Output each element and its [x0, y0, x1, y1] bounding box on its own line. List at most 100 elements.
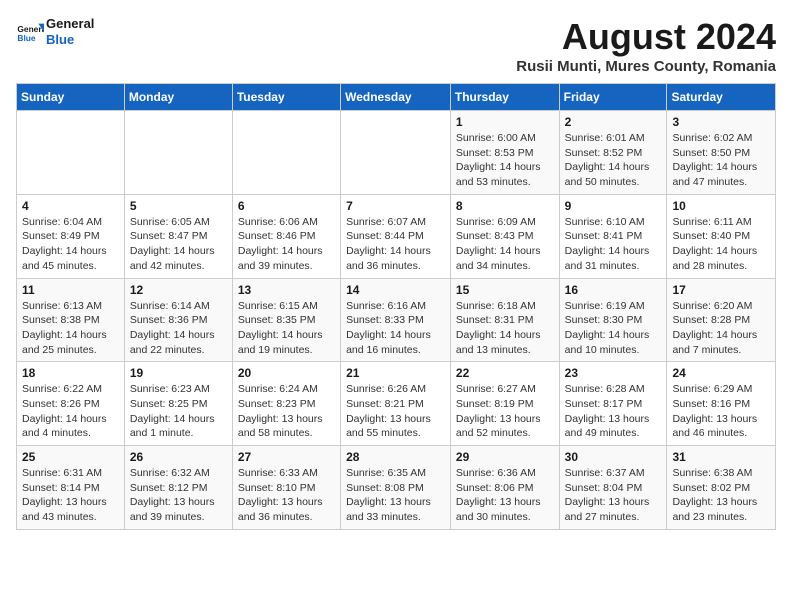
- day-number: 30: [565, 450, 662, 464]
- calendar-cell: [124, 111, 232, 195]
- day-number: 7: [346, 199, 445, 213]
- calendar-cell: 18 Sunrise: 6:22 AM Sunset: 8:26 PM Dayli…: [17, 362, 125, 446]
- calendar-cell: 28 Sunrise: 6:35 AM Sunset: 8:08 PM Dayli…: [341, 446, 451, 530]
- calendar-cell: 20Sunrise: 6:24 AM Sunset: 8:23 PM Dayli…: [232, 362, 340, 446]
- calendar-header-wednesday: Wednesday: [341, 84, 451, 111]
- calendar-week-row: 11 Sunrise: 6:13 AM Sunset: 8:38 PM Dayli…: [17, 278, 776, 362]
- day-info: Sunrise: 6:28 AM Sunset: 8:17 PM Dayligh…: [565, 382, 662, 441]
- day-info: Sunrise: 6:26 AM Sunset: 8:21 PM Dayligh…: [346, 382, 445, 441]
- day-info: Sunrise: 6:10 AM Sunset: 8:41 PM Dayligh…: [565, 215, 662, 274]
- day-info: Sunrise: 6:15 AM Sunset: 8:35 PM Dayligh…: [238, 299, 335, 358]
- calendar-cell: [232, 111, 340, 195]
- calendar-table: SundayMondayTuesdayWednesdayThursdayFrid…: [16, 83, 776, 530]
- day-number: 29: [456, 450, 554, 464]
- day-number: 9: [565, 199, 662, 213]
- day-number: 26: [130, 450, 227, 464]
- day-info: Sunrise: 6:00 AM Sunset: 8:53 PM Dayligh…: [456, 131, 554, 190]
- day-number: 24: [672, 366, 770, 380]
- calendar-cell: 30Sunrise: 6:37 AM Sunset: 8:04 PM Dayli…: [559, 446, 667, 530]
- day-info: Sunrise: 6:16 AM Sunset: 8:33 PM Dayligh…: [346, 299, 445, 358]
- day-info: Sunrise: 6:35 AM Sunset: 8:08 PM Dayligh…: [346, 466, 445, 525]
- day-number: 25: [22, 450, 119, 464]
- day-info: Sunrise: 6:01 AM Sunset: 8:52 PM Dayligh…: [565, 131, 662, 190]
- day-number: 13: [238, 283, 335, 297]
- day-number: 28: [346, 450, 445, 464]
- calendar-cell: 3 Sunrise: 6:02 AM Sunset: 8:50 PM Daylig…: [667, 111, 776, 195]
- day-number: 3: [672, 115, 770, 129]
- logo: General Blue General Blue: [16, 16, 94, 47]
- calendar-cell: 5 Sunrise: 6:05 AM Sunset: 8:47 PM Daylig…: [124, 194, 232, 278]
- calendar-cell: 24 Sunrise: 6:29 AM Sunset: 8:16 PM Dayli…: [667, 362, 776, 446]
- calendar-cell: 17 Sunrise: 6:20 AM Sunset: 8:28 PM Dayli…: [667, 278, 776, 362]
- calendar-cell: 1 Sunrise: 6:00 AM Sunset: 8:53 PM Daylig…: [450, 111, 559, 195]
- day-number: 5: [130, 199, 227, 213]
- day-number: 14: [346, 283, 445, 297]
- day-info: Sunrise: 6:19 AM Sunset: 8:30 PM Dayligh…: [565, 299, 662, 358]
- calendar-cell: 22Sunrise: 6:27 AM Sunset: 8:19 PM Dayli…: [450, 362, 559, 446]
- calendar-cell: 26 Sunrise: 6:32 AM Sunset: 8:12 PM Dayli…: [124, 446, 232, 530]
- day-info: Sunrise: 6:18 AM Sunset: 8:31 PM Dayligh…: [456, 299, 554, 358]
- calendar-cell: 13 Sunrise: 6:15 AM Sunset: 8:35 PM Dayli…: [232, 278, 340, 362]
- day-info: Sunrise: 6:38 AM Sunset: 8:02 PM Dayligh…: [672, 466, 770, 525]
- calendar-cell: 12Sunrise: 6:14 AM Sunset: 8:36 PM Dayli…: [124, 278, 232, 362]
- day-number: 19: [130, 366, 227, 380]
- day-number: 31: [672, 450, 770, 464]
- calendar-header-row: SundayMondayTuesdayWednesdayThursdayFrid…: [17, 84, 776, 111]
- day-info: Sunrise: 6:11 AM Sunset: 8:40 PM Dayligh…: [672, 215, 770, 274]
- day-info: Sunrise: 6:31 AM Sunset: 8:14 PM Dayligh…: [22, 466, 119, 525]
- day-number: 15: [456, 283, 554, 297]
- calendar-cell: 16Sunrise: 6:19 AM Sunset: 8:30 PM Dayli…: [559, 278, 667, 362]
- calendar-cell: 21Sunrise: 6:26 AM Sunset: 8:21 PM Dayli…: [341, 362, 451, 446]
- day-number: 20: [238, 366, 335, 380]
- day-number: 18: [22, 366, 119, 380]
- calendar-cell: 2 Sunrise: 6:01 AM Sunset: 8:52 PM Daylig…: [559, 111, 667, 195]
- calendar-week-row: 25 Sunrise: 6:31 AM Sunset: 8:14 PM Dayli…: [17, 446, 776, 530]
- day-info: Sunrise: 6:36 AM Sunset: 8:06 PM Dayligh…: [456, 466, 554, 525]
- day-info: Sunrise: 6:04 AM Sunset: 8:49 PM Dayligh…: [22, 215, 119, 274]
- day-number: 17: [672, 283, 770, 297]
- page-header: General Blue General Blue August 2024 Ru…: [16, 16, 776, 75]
- calendar-header-tuesday: Tuesday: [232, 84, 340, 111]
- day-number: 4: [22, 199, 119, 213]
- day-number: 1: [456, 115, 554, 129]
- day-info: Sunrise: 6:33 AM Sunset: 8:10 PM Dayligh…: [238, 466, 335, 525]
- calendar-cell: 11 Sunrise: 6:13 AM Sunset: 8:38 PM Dayli…: [17, 278, 125, 362]
- calendar-header-sunday: Sunday: [17, 84, 125, 111]
- calendar-header-friday: Friday: [559, 84, 667, 111]
- calendar-cell: 14 Sunrise: 6:16 AM Sunset: 8:33 PM Dayli…: [341, 278, 451, 362]
- calendar-cell: [17, 111, 125, 195]
- day-info: Sunrise: 6:06 AM Sunset: 8:46 PM Dayligh…: [238, 215, 335, 274]
- calendar-cell: 15 Sunrise: 6:18 AM Sunset: 8:31 PM Dayli…: [450, 278, 559, 362]
- day-number: 6: [238, 199, 335, 213]
- logo-text: General Blue: [46, 16, 94, 47]
- calendar-cell: 19 Sunrise: 6:23 AM Sunset: 8:25 PM Dayli…: [124, 362, 232, 446]
- calendar-header-monday: Monday: [124, 84, 232, 111]
- day-info: Sunrise: 6:13 AM Sunset: 8:38 PM Dayligh…: [22, 299, 119, 358]
- day-number: 8: [456, 199, 554, 213]
- calendar-cell: 7Sunrise: 6:07 AM Sunset: 8:44 PM Daylig…: [341, 194, 451, 278]
- calendar-cell: 29 Sunrise: 6:36 AM Sunset: 8:06 PM Dayli…: [450, 446, 559, 530]
- logo-icon: General Blue: [16, 18, 44, 46]
- day-info: Sunrise: 6:02 AM Sunset: 8:50 PM Dayligh…: [672, 131, 770, 190]
- title-area: August 2024 Rusii Munti, Mures County, R…: [516, 16, 776, 75]
- day-number: 10: [672, 199, 770, 213]
- calendar-header-saturday: Saturday: [667, 84, 776, 111]
- calendar-cell: 23 Sunrise: 6:28 AM Sunset: 8:17 PM Dayli…: [559, 362, 667, 446]
- day-info: Sunrise: 6:22 AM Sunset: 8:26 PM Dayligh…: [22, 382, 119, 441]
- day-info: Sunrise: 6:14 AM Sunset: 8:36 PM Dayligh…: [130, 299, 227, 358]
- day-info: Sunrise: 6:09 AM Sunset: 8:43 PM Dayligh…: [456, 215, 554, 274]
- day-info: Sunrise: 6:29 AM Sunset: 8:16 PM Dayligh…: [672, 382, 770, 441]
- day-info: Sunrise: 6:20 AM Sunset: 8:28 PM Dayligh…: [672, 299, 770, 358]
- day-number: 2: [565, 115, 662, 129]
- calendar-week-row: 1 Sunrise: 6:00 AM Sunset: 8:53 PM Daylig…: [17, 111, 776, 195]
- day-info: Sunrise: 6:32 AM Sunset: 8:12 PM Dayligh…: [130, 466, 227, 525]
- day-number: 11: [22, 283, 119, 297]
- calendar-body: 1 Sunrise: 6:00 AM Sunset: 8:53 PM Daylig…: [17, 111, 776, 530]
- day-number: 23: [565, 366, 662, 380]
- day-number: 22: [456, 366, 554, 380]
- day-info: Sunrise: 6:05 AM Sunset: 8:47 PM Dayligh…: [130, 215, 227, 274]
- calendar-cell: 9 Sunrise: 6:10 AM Sunset: 8:41 PM Daylig…: [559, 194, 667, 278]
- day-info: Sunrise: 6:23 AM Sunset: 8:25 PM Dayligh…: [130, 382, 227, 441]
- calendar-cell: 31 Sunrise: 6:38 AM Sunset: 8:02 PM Dayli…: [667, 446, 776, 530]
- calendar-cell: [341, 111, 451, 195]
